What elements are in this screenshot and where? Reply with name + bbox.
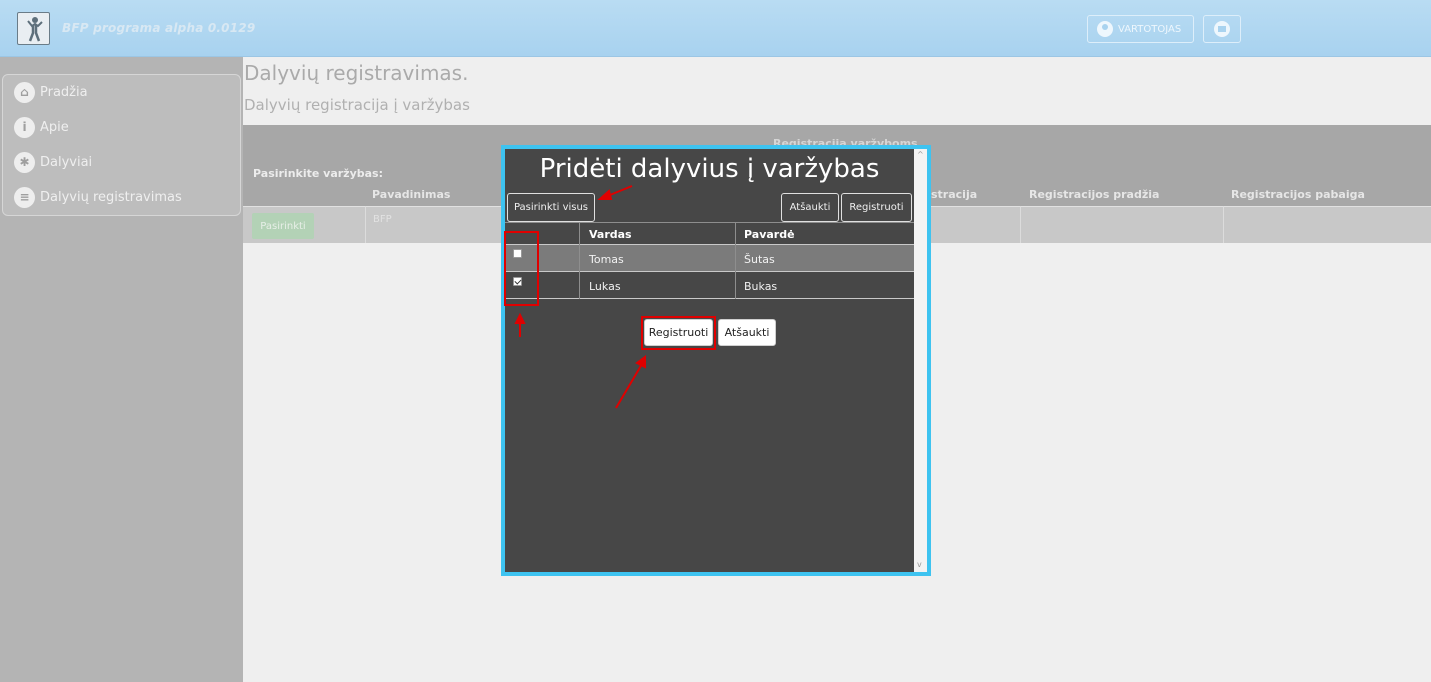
runner-icon: ✱	[14, 151, 35, 173]
cancel-top-button[interactable]: Atšaukti	[781, 193, 839, 222]
sidebar-item-label: Pradžia	[40, 84, 88, 100]
sidebar-item-label: Apie	[40, 119, 69, 135]
annotation-box-register	[641, 316, 716, 350]
table-row[interactable]	[505, 272, 914, 298]
select-all-button[interactable]: Pasirinkti visus	[507, 193, 595, 222]
sidebar-item-participants[interactable]: ✱ Dalyviai	[14, 151, 92, 173]
scroll-up-arrow-icon[interactable]: ^	[917, 150, 924, 159]
logout-icon	[1214, 21, 1230, 37]
sidebar-item-home[interactable]: ⌂ Pradžia	[14, 81, 88, 103]
choose-competition-label: Pasirinkite varžybas:	[253, 167, 384, 180]
divider	[505, 298, 914, 299]
user-circle-icon	[1097, 21, 1113, 37]
column-header-registration-end: Registracijos pabaiga	[1231, 188, 1365, 201]
sidebar-item-registration[interactable]: ≡ Dalyvių registravimas	[14, 186, 182, 208]
divider	[1020, 206, 1021, 243]
list-icon: ≡	[14, 186, 35, 208]
home-icon: ⌂	[14, 81, 35, 103]
sidebar-menu: ⌂ Pradžia i Apie ✱ Dalyviai ≡ Dalyvių re…	[2, 74, 241, 216]
column-header-registration-start: Registracijos pradžia	[1029, 188, 1160, 201]
divider	[579, 222, 580, 299]
divider	[735, 222, 736, 299]
cancel-bottom-button[interactable]: Atšaukti	[718, 319, 776, 346]
choose-competition-button[interactable]: Pasirinkti	[252, 213, 314, 239]
column-header-first-name: Vardas	[589, 228, 632, 241]
register-top-button[interactable]: Registruoti	[841, 193, 912, 222]
top-header: BFP programa alpha 0.0129 VARTOTOJAS	[0, 0, 1431, 57]
competition-name-cell: BFP	[373, 214, 392, 225]
scroll-down-arrow-icon[interactable]: v	[917, 560, 922, 569]
page-subtitle: Dalyvių registracija į varžybas	[244, 96, 470, 114]
logout-button[interactable]	[1203, 15, 1241, 43]
app-title: BFP programa alpha 0.0129	[62, 21, 256, 35]
divider	[505, 271, 914, 272]
last-name-cell: Šutas	[744, 253, 775, 266]
column-header-last-name: Pavardė	[744, 228, 795, 241]
modal-scrollbar[interactable]	[914, 149, 927, 572]
sidebar: ⌂ Pradžia i Apie ✱ Dalyviai ≡ Dalyvių re…	[0, 57, 243, 682]
modal-title: Pridėti dalyvius į varžybas	[539, 154, 880, 184]
table-row[interactable]	[505, 245, 914, 271]
athlete-logo-icon[interactable]	[17, 12, 50, 45]
last-name-cell: Bukas	[744, 280, 778, 293]
column-header-name: Pavadinimas	[372, 188, 451, 201]
user-button-label: VARTOTOJAS	[1118, 23, 1182, 35]
divider	[365, 206, 366, 243]
info-icon: i	[14, 116, 35, 138]
page-title: Dalyvių registravimas.	[244, 61, 469, 85]
sidebar-item-about[interactable]: i Apie	[14, 116, 69, 138]
user-button[interactable]: VARTOTOJAS	[1087, 15, 1194, 43]
annotation-box-checkboxes	[504, 231, 539, 306]
first-name-cell: Lukas	[589, 280, 621, 293]
divider	[1223, 206, 1224, 243]
sidebar-item-label: Dalyviai	[40, 154, 93, 170]
first-name-cell: Tomas	[589, 253, 624, 266]
sidebar-item-label: Dalyvių registravimas	[40, 189, 182, 205]
column-header-registration: stracija	[931, 188, 978, 201]
divider	[505, 222, 914, 223]
